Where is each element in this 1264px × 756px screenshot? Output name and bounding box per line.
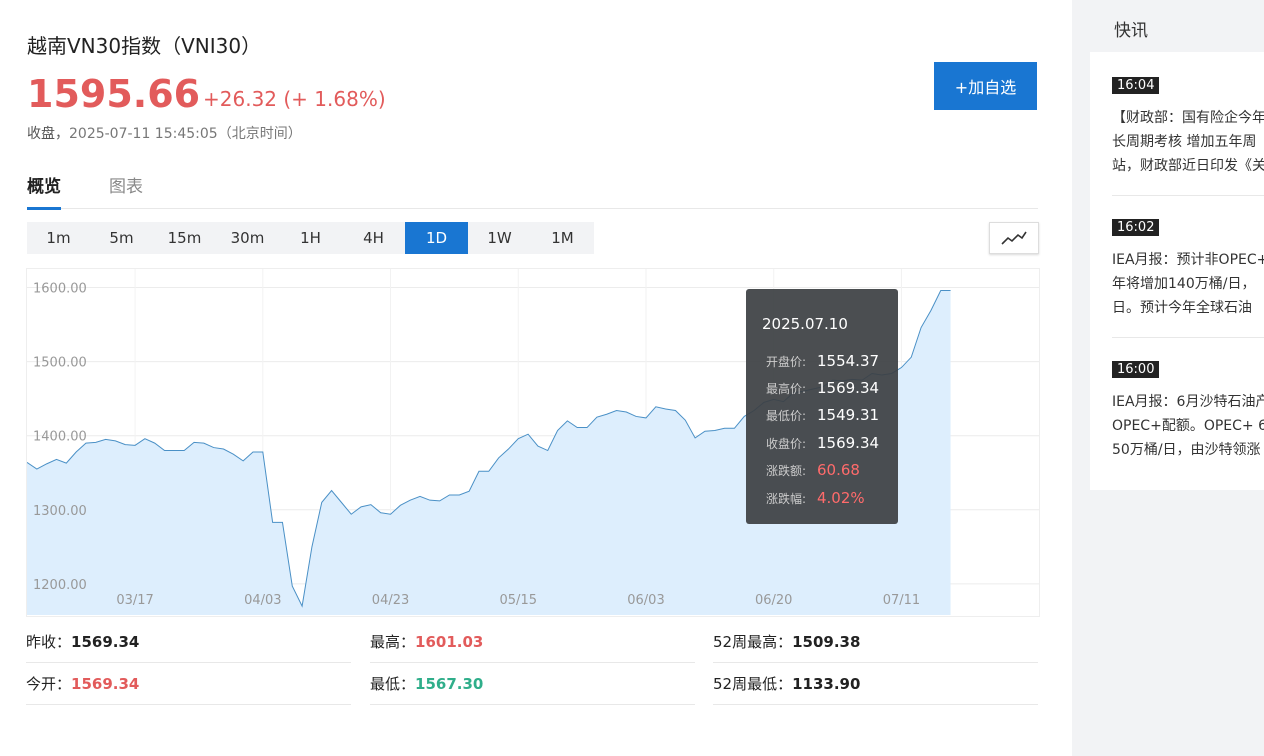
stat-52w-high: 52周最高：1509.38 [713, 622, 1038, 663]
price-change: +26.32 (+ 1.68%) [203, 87, 386, 111]
tooltip-row-change-pct: 涨跌幅: 4.02% [766, 489, 865, 507]
tab-bar: 概览 图表 [27, 168, 1038, 210]
y-tick-label: 1500.00 [33, 356, 87, 371]
period-5m[interactable]: 5m [90, 222, 153, 254]
tooltip-row-close: 收盘价: 1569.34 [766, 434, 880, 452]
period-selector: 1m 5m 15m 30m 1H 4H 1D 1W 1M [27, 222, 594, 254]
chart-tooltip: 2025.07.10 开盘价: 1554.37 最高价: 1569.34 最低价: 1… [746, 289, 898, 524]
stat-prev-close: 昨收：1569.34 [26, 622, 351, 663]
add-to-watchlist-button[interactable]: +加自选 [934, 62, 1037, 110]
close-label: 收盘， [27, 126, 69, 142]
news-divider [1112, 337, 1264, 338]
news-header: 快讯 [1090, 0, 1264, 52]
y-tick-label: 1200.00 [33, 578, 87, 593]
tooltip-row-high: 最高价: 1569.34 [766, 379, 880, 397]
x-tick-label: 03/17 [116, 593, 153, 608]
news-item[interactable]: 16:04 【财政部：国有险企今年 长周期考核 增加五年周 站，财政部近日印发《… [1112, 74, 1264, 178]
period-30m[interactable]: 30m [216, 222, 279, 254]
news-time: 16:02 [1112, 219, 1160, 236]
tooltip-row-low: 最低价: 1549.31 [766, 406, 880, 424]
news-divider [1112, 195, 1264, 196]
period-1h[interactable]: 1H [279, 222, 342, 254]
period-15m[interactable]: 15m [153, 222, 216, 254]
page-title: 越南VN30指数（VNI30） [27, 34, 262, 58]
period-1w[interactable]: 1W [468, 222, 531, 254]
news-text: IEA月报：预计非OPEC+ 年将增加140万桶/日， 日。预计今年全球石油 [1112, 252, 1264, 316]
chart-type-button[interactable] [989, 222, 1039, 254]
x-tick-label: 05/15 [500, 593, 537, 608]
y-tick-label: 1300.00 [33, 504, 87, 519]
stats-panel: 昨收：1569.34 最高：1601.03 52周最高：1509.38 今开：1… [26, 622, 1038, 706]
tooltip-date: 2025.07.10 [762, 315, 848, 333]
tab-chart[interactable]: 图表 [109, 172, 143, 207]
y-tick-label: 1400.00 [33, 430, 87, 445]
x-tick-label: 07/11 [883, 593, 920, 608]
x-tick-label: 04/23 [372, 593, 409, 608]
stat-low: 最低：1567.30 [370, 664, 695, 705]
tooltip-row-change: 涨跌额: 60.68 [766, 461, 860, 479]
news-text: 【财政部：国有险企今年 长周期考核 增加五年周 站，财政部近日印发《关 [1112, 110, 1264, 174]
news-title: 快讯 [1114, 21, 1148, 41]
x-tick-label: 06/03 [627, 593, 664, 608]
period-1m[interactable]: 1m [27, 222, 90, 254]
y-tick-label: 1600.00 [33, 282, 87, 297]
period-1mo[interactable]: 1M [531, 222, 594, 254]
line-chart-icon [1001, 231, 1027, 245]
tooltip-row-open: 开盘价: 1554.37 [766, 352, 880, 370]
x-tick-label: 04/03 [244, 593, 281, 608]
close-time: 2025-07-11 15:45:05（北京时间） [69, 126, 302, 142]
current-price: 1595.66 [27, 72, 201, 116]
stat-open: 今开：1569.34 [26, 664, 351, 705]
period-1d[interactable]: 1D [405, 222, 468, 254]
news-text: IEA月报：6月沙特石油产 OPEC+配额。OPEC+ 6 50万桶/日，由沙特… [1112, 394, 1264, 458]
news-time: 16:00 [1112, 361, 1160, 378]
news-time: 16:04 [1112, 77, 1160, 94]
period-4h[interactable]: 4H [342, 222, 405, 254]
news-item[interactable]: 16:02 IEA月报：预计非OPEC+ 年将增加140万桶/日， 日。预计今年… [1112, 216, 1264, 320]
stat-52w-low: 52周最低：1133.90 [713, 664, 1038, 705]
tab-overview[interactable]: 概览 [27, 172, 61, 210]
news-item[interactable]: 16:00 IEA月报：6月沙特石油产 OPEC+配额。OPEC+ 6 50万桶… [1112, 358, 1264, 462]
close-info: 收盘，2025-07-11 15:45:05（北京时间） [27, 123, 302, 143]
x-tick-label: 06/20 [755, 593, 792, 608]
stat-high: 最高：1601.03 [370, 622, 695, 663]
